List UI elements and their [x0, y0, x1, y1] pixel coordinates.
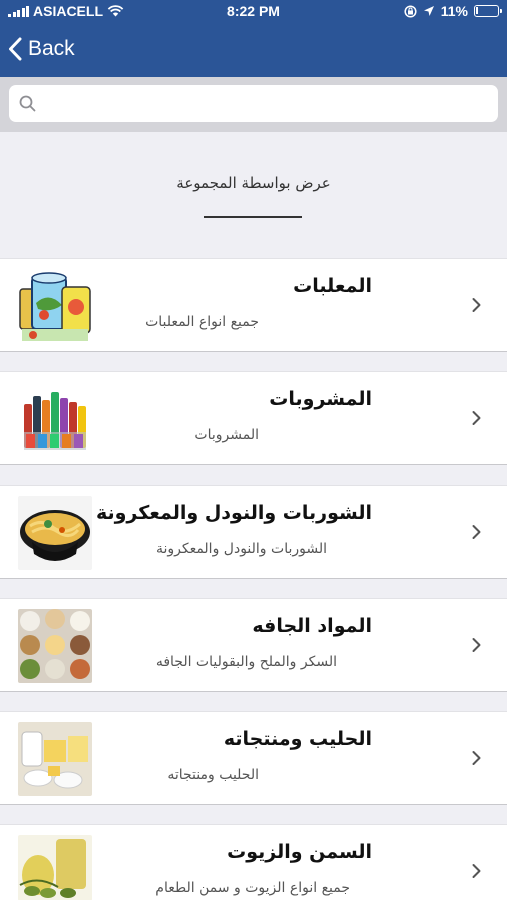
oils-image — [18, 835, 92, 900]
dry-goods-image — [18, 609, 92, 683]
category-title: الشوربات والنودل والمعكرونة — [95, 502, 372, 524]
chevron-right-icon — [472, 864, 481, 878]
search-field[interactable] — [9, 85, 498, 122]
chevron-right-icon — [472, 638, 481, 652]
category-row-soups-noodles[interactable]: الشوربات والنودل والمعكرونة الشوربات وال… — [0, 485, 507, 579]
category-row-beverages[interactable]: المشروبات المشروبات — [0, 371, 507, 465]
category-subtitle: السكر والملح والبقوليات الجافه — [155, 654, 337, 670]
category-title: المواد الجافه — [252, 615, 372, 637]
dairy-image — [18, 722, 92, 796]
category-subtitle: الشوربات والنودل والمعكرونة — [155, 541, 327, 557]
back-label: Back — [28, 37, 75, 60]
back-button[interactable]: Back — [8, 33, 75, 65]
category-title: المشروبات — [269, 388, 372, 410]
chevron-right-icon — [472, 411, 481, 425]
category-subtitle: المشروبات — [194, 427, 259, 443]
category-subtitle: جميع انواع المعلبات — [145, 314, 259, 330]
category-subtitle: جميع انواع الزيوت و سمن الطعام — [155, 880, 350, 896]
chevron-right-icon — [472, 298, 481, 312]
category-title: المعلبات — [293, 275, 372, 297]
search-bar-container — [0, 77, 507, 132]
chevron-right-icon — [472, 525, 481, 539]
location-arrow-icon — [423, 6, 434, 16]
group-title: عرض بواسطة المجموعة — [176, 174, 331, 192]
chevron-right-icon — [472, 751, 481, 765]
category-subtitle: الحليب ومنتجاته — [167, 767, 259, 783]
search-input[interactable] — [43, 85, 488, 122]
group-title-underline — [204, 216, 302, 218]
category-row-canned[interactable]: المعلبات جميع انواع المعلبات — [0, 258, 507, 352]
noodle-bowl-image — [18, 496, 92, 570]
category-title: الحليب ومنتجاته — [223, 728, 372, 750]
category-row-oils[interactable]: السمن والزيوت جميع انواع الزيوت و سمن ال… — [0, 824, 507, 900]
canned-food-image — [18, 269, 92, 343]
battery-icon — [474, 5, 502, 17]
category-row-dairy[interactable]: الحليب ومنتجاته الحليب ومنتجاته — [0, 711, 507, 805]
chevron-left-icon — [9, 37, 22, 61]
navigation-bar: ASIACELL 8:22 PM 11% Back — [0, 0, 507, 77]
group-header: عرض بواسطة المجموعة — [0, 132, 507, 258]
search-icon — [19, 95, 36, 112]
category-row-dry-goods[interactable]: المواد الجافه السكر والملح والبقوليات ال… — [0, 598, 507, 692]
rotation-lock-icon — [404, 4, 417, 18]
battery-percent: 11% — [440, 3, 468, 19]
beverages-image — [18, 382, 92, 456]
category-title: السمن والزيوت — [227, 841, 372, 863]
status-bar: ASIACELL 8:22 PM 11% — [0, 0, 507, 22]
